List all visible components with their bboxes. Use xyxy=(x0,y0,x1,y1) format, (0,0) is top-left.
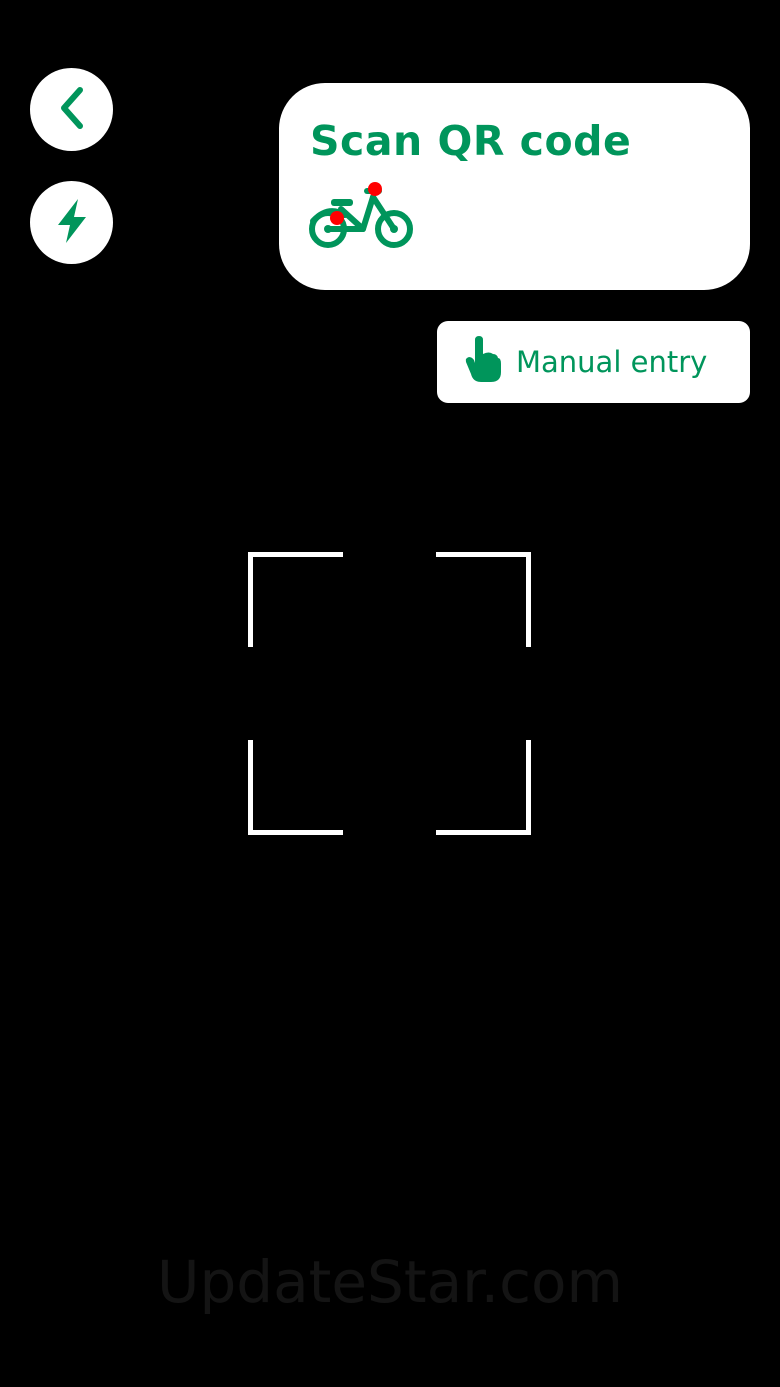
watermark: UpdateStar.com xyxy=(157,1248,623,1316)
frame-corner-top-right xyxy=(436,552,531,647)
qr-scan-frame xyxy=(248,552,531,835)
bike-icon xyxy=(307,179,419,253)
lightning-bolt-icon xyxy=(52,197,92,249)
frame-corner-bottom-right xyxy=(436,740,531,835)
frame-corner-top-left xyxy=(248,552,343,647)
scan-instruction-card: Scan QR code xyxy=(279,83,750,290)
scan-title: Scan QR code xyxy=(310,117,632,165)
chevron-left-icon xyxy=(52,84,92,136)
manual-entry-label: Manual entry xyxy=(516,345,708,379)
frame-corner-bottom-left xyxy=(248,740,343,835)
back-button[interactable] xyxy=(30,68,113,151)
manual-entry-button[interactable]: Manual entry xyxy=(437,321,750,403)
flashlight-toggle-button[interactable] xyxy=(30,181,113,264)
pointing-hand-icon xyxy=(463,336,503,388)
